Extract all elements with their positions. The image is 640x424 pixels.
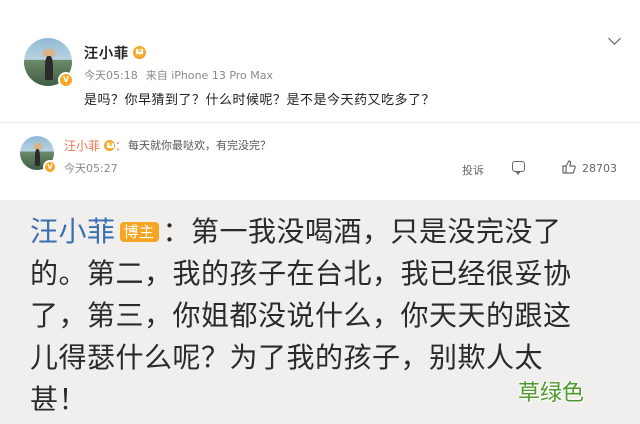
crown-icon — [133, 46, 146, 59]
comment-author[interactable]: 汪小菲： — [64, 137, 127, 154]
comment-row — [0, 122, 640, 193]
weibo-post: V 汪小菲 今天05:18 来自 iPhone 13 Pro Max 是吗？你早猜… — [0, 0, 640, 118]
quote-text: 汪小菲 博主 ：第一我没喝酒，只是没完没了的。第二，我的孩子在台北，我已经很妥协了，… — [30, 211, 590, 421]
like-count: 28703 — [582, 162, 617, 175]
post-author-name[interactable]: 汪小菲 — [84, 43, 146, 63]
chevron-down-icon[interactable] — [608, 32, 621, 45]
comment-icon[interactable] — [512, 161, 525, 175]
post-time: 今天05:18 — [84, 69, 138, 82]
post-text: 是吗？你早猜到了？什么时候呢？是不是今天药又吃多了？ — [84, 93, 436, 108]
watermark: 草绿色 — [518, 381, 585, 406]
comment-text: 每天就你最哒欢，有完没完？ — [128, 139, 271, 152]
like-icon[interactable] — [562, 160, 576, 174]
report-button[interactable]: 投诉 — [462, 162, 484, 178]
post-meta: 今天05:18 来自 iPhone 13 Pro Max — [84, 67, 273, 83]
comment-time: 今天05:27 — [64, 162, 118, 175]
quote-author[interactable]: 汪小菲 — [30, 215, 116, 248]
post-source: 来自 iPhone 13 Pro Max — [145, 69, 274, 82]
verified-badge-icon: V — [43, 160, 57, 174]
verified-badge-icon: V — [58, 72, 74, 88]
crown-icon — [104, 140, 116, 151]
blogger-badge: 博主 — [119, 222, 159, 242]
